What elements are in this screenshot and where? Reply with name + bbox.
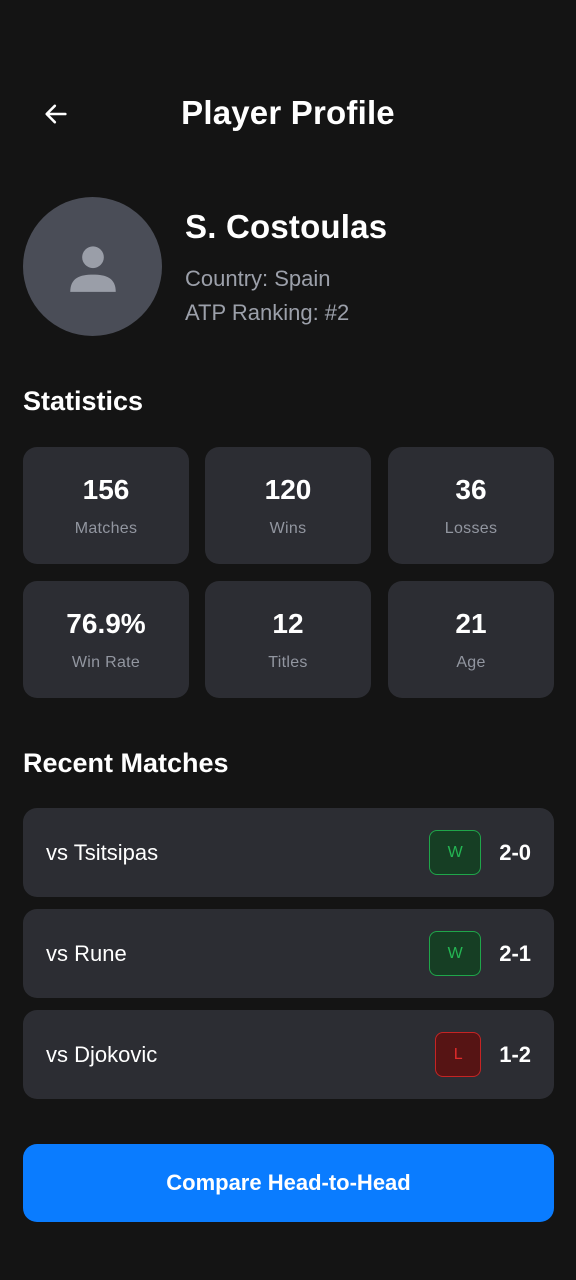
- result-badge-win: W: [429, 931, 482, 976]
- stat-card-wins: 120 Wins: [205, 447, 371, 564]
- stat-label: Losses: [444, 520, 498, 537]
- player-country: Country: Spain: [185, 266, 331, 291]
- stat-label: Win Rate: [71, 654, 141, 671]
- stat-label: Titles: [268, 654, 308, 671]
- match-score: 1-2: [499, 1041, 531, 1067]
- match-opponent: vs Tsitsipas: [46, 840, 159, 865]
- stat-value: 36: [455, 474, 487, 505]
- user-icon: [69, 245, 116, 292]
- stat-value: 156: [82, 474, 130, 505]
- player-profile-screen: Player Profile S. Costoulas Country: Spa…: [0, 0, 576, 1280]
- stat-value: 120: [264, 474, 312, 505]
- stat-card-matches: 156 Matches: [23, 447, 189, 564]
- match-row[interactable]: vs Rune W 2-1: [23, 909, 554, 998]
- statistics-title: Statistics: [23, 386, 144, 416]
- match-score: 2-1: [499, 940, 531, 966]
- result-badge-win: W: [429, 830, 482, 875]
- avatar: [23, 197, 162, 336]
- stat-card-age: 21 Age: [388, 581, 554, 698]
- recent-matches-title: Recent Matches: [23, 748, 229, 778]
- stat-card-win-rate: 76.9% Win Rate: [23, 581, 189, 698]
- match-result-group: L 1-2: [435, 1032, 531, 1077]
- stat-label: Matches: [74, 520, 138, 537]
- result-badge-loss: L: [435, 1032, 482, 1077]
- match-score: 2-0: [499, 839, 531, 865]
- match-row[interactable]: vs Tsitsipas W 2-0: [23, 808, 554, 897]
- match-opponent: vs Djokovic: [46, 1042, 158, 1067]
- stat-value: 12: [272, 608, 304, 639]
- page-title: Player Profile: [181, 94, 395, 131]
- match-opponent: vs Rune: [46, 941, 127, 966]
- compare-head-to-head-button[interactable]: Compare Head-to-Head: [23, 1144, 554, 1222]
- player-ranking: ATP Ranking: #2: [185, 300, 350, 325]
- stat-value: 76.9%: [66, 608, 146, 639]
- stat-label: Age: [456, 654, 486, 671]
- match-result-group: W 2-1: [429, 931, 531, 976]
- stat-label: Wins: [269, 520, 307, 537]
- match-row[interactable]: vs Djokovic L 1-2: [23, 1010, 554, 1099]
- stat-value: 21: [455, 608, 487, 639]
- player-name: S. Costoulas: [185, 208, 388, 245]
- stat-card-losses: 36 Losses: [388, 447, 554, 564]
- match-result-group: W 2-0: [429, 830, 531, 875]
- header: Player Profile: [0, 80, 576, 148]
- stat-card-titles: 12 Titles: [205, 581, 371, 698]
